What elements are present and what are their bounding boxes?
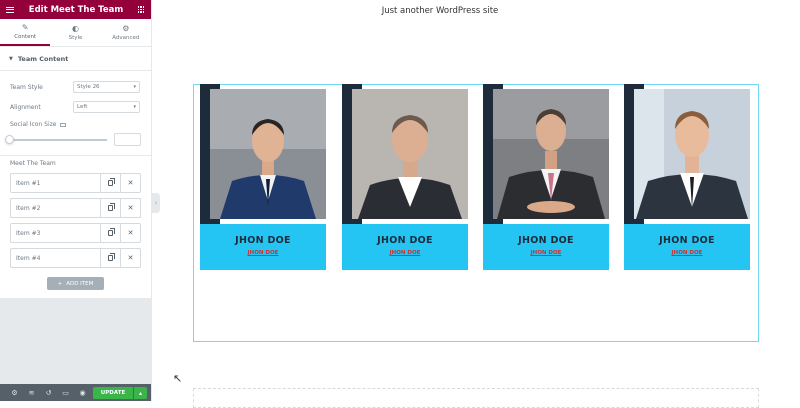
card-name-block: JHON DOE JHON DOE	[483, 224, 609, 270]
team-member-card[interactable]: JHON DOE JHON DOE	[624, 84, 750, 270]
close-icon: ✕	[127, 229, 134, 237]
member-role[interactable]: JHON DOE	[483, 250, 609, 256]
close-icon: ✕	[127, 179, 134, 187]
member-name: JHON DOE	[518, 235, 574, 246]
caret-up-icon: ▴	[138, 389, 142, 397]
team-style-select[interactable]: Style 26 ▾	[73, 81, 140, 93]
remove-button[interactable]: ✕	[120, 224, 140, 242]
duplicate-button[interactable]	[100, 199, 120, 217]
preview-eye-icon[interactable]: ◉	[74, 389, 91, 397]
add-item-button[interactable]: + ADD ITEM	[47, 277, 104, 290]
pencil-icon: ✎	[21, 23, 29, 32]
collapse-panel-handle[interactable]: ‹	[152, 193, 160, 213]
section-title-label: Team Content	[17, 54, 69, 63]
panel-tabs: ✎ Content ◐ Style ⚙ Advanced	[0, 19, 151, 47]
team-style-control: Team Style Style 26 ▾	[10, 81, 140, 93]
remove-button[interactable]: ✕	[120, 249, 140, 267]
repeater-item[interactable]: Item #3 ✕	[10, 223, 141, 243]
duplicate-icon	[108, 203, 115, 211]
tab-style-label: Style	[68, 35, 83, 41]
repeater-item-label: Item #3	[16, 229, 41, 237]
tab-advanced-label: Advanced	[112, 35, 140, 41]
gear-icon: ⚙	[122, 24, 130, 33]
update-options-button[interactable]: ▴	[134, 387, 147, 399]
tab-content[interactable]: ✎ Content	[0, 19, 51, 46]
remove-button[interactable]: ✕	[120, 174, 140, 192]
member-role[interactable]: JHON DOE	[200, 250, 326, 256]
member-photo	[493, 89, 609, 219]
widgets-grid-icon[interactable]	[137, 6, 145, 13]
site-tagline: Just another WordPress site	[381, 6, 499, 16]
card-name-block: JHON DOE JHON DOE	[342, 224, 468, 270]
member-photo	[352, 89, 468, 219]
menu-icon[interactable]	[6, 6, 14, 13]
member-name: JHON DOE	[659, 235, 715, 246]
chevron-left-icon: ‹	[154, 199, 158, 207]
divider	[0, 155, 151, 156]
duplicate-icon	[108, 228, 115, 236]
desktop-icon[interactable]	[60, 122, 67, 127]
add-section-area[interactable]	[193, 388, 759, 408]
team-style-value: Style 26	[77, 84, 100, 90]
repeater-item[interactable]: Item #4 ✕	[10, 248, 141, 268]
member-name: JHON DOE	[377, 235, 433, 246]
icon-size-input[interactable]	[114, 133, 141, 146]
mouse-cursor-icon: ↖	[173, 372, 183, 385]
repeater-item-label: Item #2	[16, 204, 41, 212]
caret-down-icon: ▼	[9, 55, 13, 62]
update-button[interactable]: UPDATE	[93, 387, 133, 399]
meet-the-team-label: Meet The Team	[10, 160, 56, 167]
duplicate-icon	[108, 178, 115, 186]
panel-empty-area	[0, 298, 151, 384]
repeater-item[interactable]: Item #2 ✕	[10, 198, 141, 218]
team-member-card[interactable]: JHON DOE JHON DOE	[342, 84, 468, 270]
team-member-card[interactable]: JHON DOE JHON DOE	[483, 84, 609, 270]
card-name-block: JHON DOE JHON DOE	[200, 224, 326, 270]
alignment-control: Alignment Left ▾	[10, 101, 140, 113]
layers-icon[interactable]: ≋	[23, 389, 40, 397]
team-style-label: Team Style	[10, 83, 43, 91]
card-name-block: JHON DOE JHON DOE	[624, 224, 750, 270]
settings-icon[interactable]: ⚙	[6, 389, 23, 397]
member-role[interactable]: JHON DOE	[342, 250, 468, 256]
member-photo	[210, 89, 326, 219]
member-role[interactable]: JHON DOE	[624, 250, 750, 256]
panel-header: Edit Meet The Team	[0, 0, 151, 19]
slider-track[interactable]	[10, 139, 107, 141]
tab-advanced[interactable]: ⚙ Advanced	[101, 19, 151, 46]
duplicate-button[interactable]	[100, 249, 120, 267]
repeater-item-label: Item #4	[16, 254, 41, 262]
close-icon: ✕	[127, 204, 134, 212]
chevron-down-icon: ▾	[133, 84, 136, 90]
tab-style[interactable]: ◐ Style	[50, 19, 100, 46]
remove-button[interactable]: ✕	[120, 199, 140, 217]
editor-panel: Edit Meet The Team ✎ Content ◐ Style ⚙ A…	[0, 0, 152, 401]
alignment-select[interactable]: Left ▾	[73, 101, 140, 113]
half-circle-icon: ◐	[72, 24, 79, 33]
tab-content-label: Content	[14, 34, 37, 40]
chevron-down-icon: ▾	[133, 104, 136, 110]
alignment-label: Alignment	[10, 103, 41, 111]
plus-icon: +	[57, 280, 63, 287]
repeater-item[interactable]: Item #1 ✕	[10, 173, 141, 193]
team-member-card[interactable]: JHON DOE JHON DOE	[200, 84, 326, 270]
duplicate-icon	[108, 253, 115, 261]
alignment-value: Left	[77, 104, 88, 110]
duplicate-button[interactable]	[100, 174, 120, 192]
member-photo	[634, 89, 750, 219]
close-icon: ✕	[127, 254, 134, 262]
section-team-content[interactable]: ▼ Team Content	[0, 47, 151, 71]
add-item-label: ADD ITEM	[66, 280, 94, 287]
responsive-icon[interactable]: ▭	[57, 389, 74, 397]
repeater-item-label: Item #1	[16, 179, 41, 187]
panel-title: Edit Meet The Team	[28, 4, 124, 15]
social-icon-size-control: Social Icon Size	[10, 121, 140, 128]
social-icon-size-label: Social Icon Size	[10, 121, 57, 128]
slider-handle[interactable]	[5, 135, 14, 144]
panel-footer: ⚙ ≋ ↺ ▭ ◉ UPDATE ▴	[0, 384, 151, 401]
duplicate-button[interactable]	[100, 224, 120, 242]
history-icon[interactable]: ↺	[40, 389, 57, 397]
member-name: JHON DOE	[235, 235, 291, 246]
